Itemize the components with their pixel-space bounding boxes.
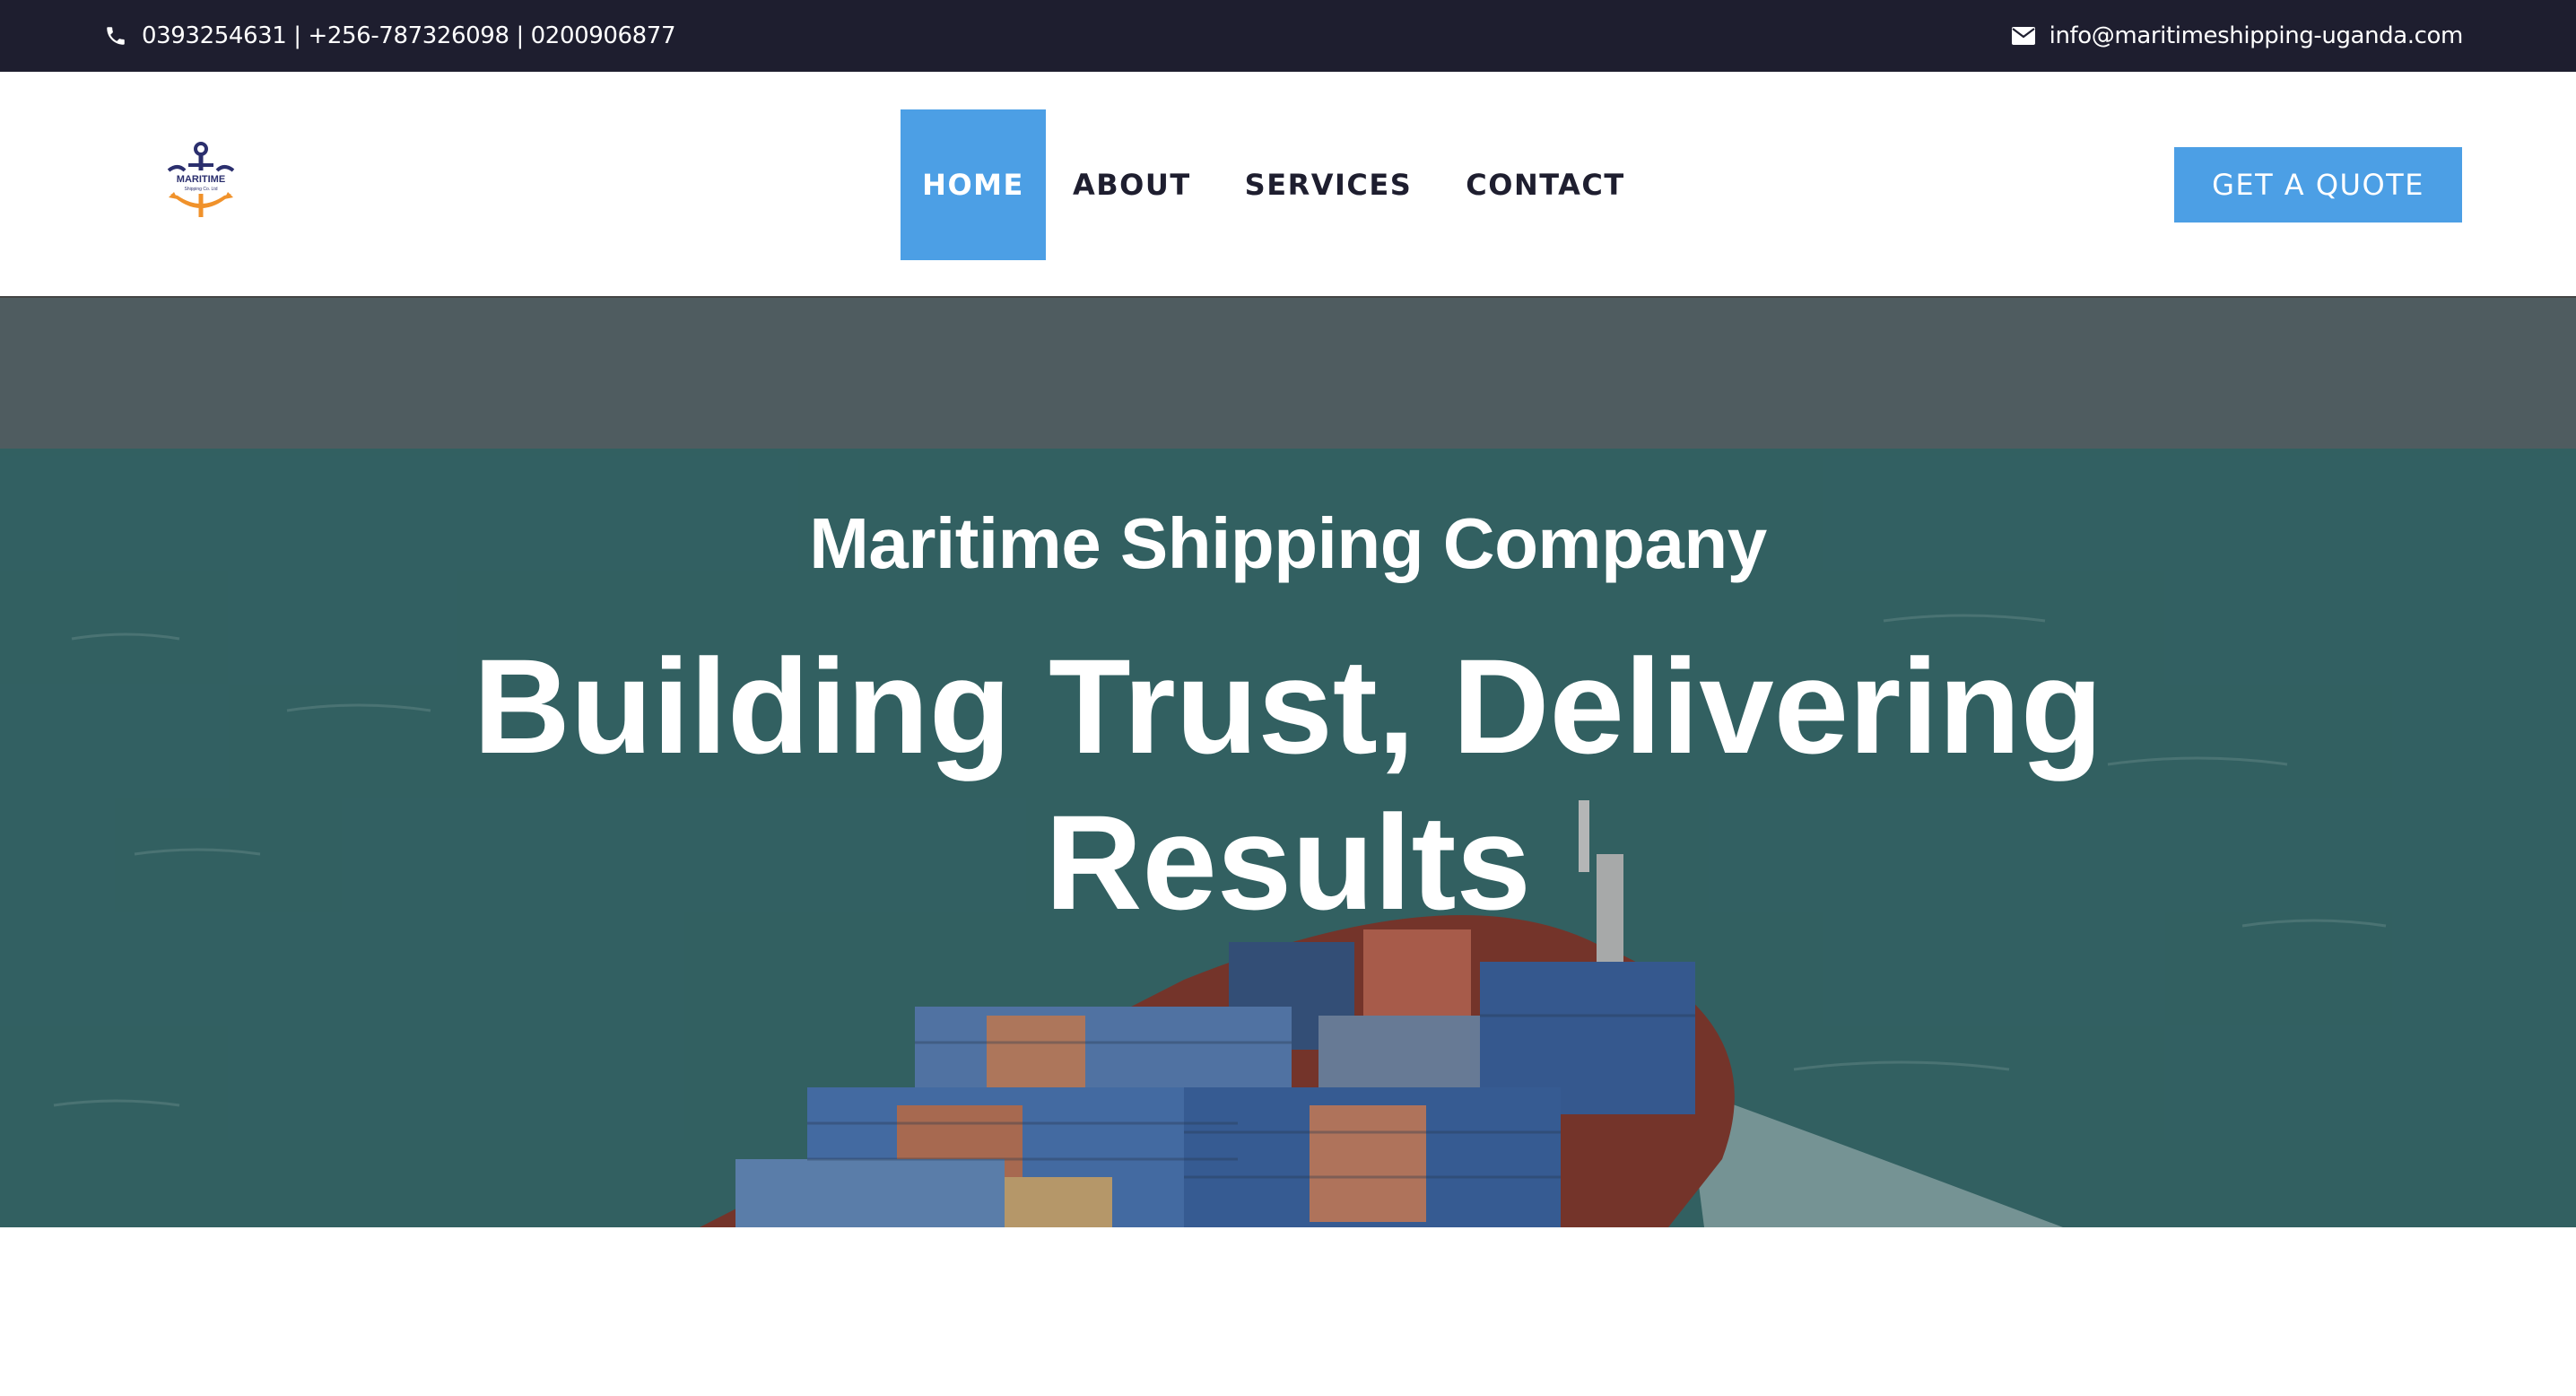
nav-contact[interactable]: CONTACT	[1439, 109, 1651, 260]
nav-services[interactable]: SERVICES	[1218, 109, 1440, 260]
email-contact[interactable]: info@maritimeshipping-uganda.com	[2011, 0, 2464, 72]
main-nav: HOME ABOUT SERVICES CONTACT	[901, 109, 1652, 260]
hero-subtitle: Maritime Shipping Company	[809, 503, 1767, 583]
anchor-logo: MARITIME Shipping Co. Ltd	[167, 142, 235, 217]
hero-title: Building Trust, Delivering Results	[473, 631, 2103, 938]
phone-icon	[104, 24, 127, 48]
nav-about[interactable]: ABOUT	[1046, 109, 1218, 260]
phone-contact[interactable]: 0393254631 | +256-787326098 | 0200906877	[104, 0, 675, 72]
nav-home[interactable]: HOME	[901, 109, 1046, 260]
envelope-icon	[2011, 27, 2035, 45]
get-a-quote-button[interactable]: GET A QUOTE	[2174, 147, 2462, 222]
phone-numbers: 0393254631 | +256-787326098 | 0200906877	[142, 22, 676, 49]
email-address[interactable]: info@maritimeshipping-uganda.com	[2049, 22, 2464, 49]
hero-section: Maritime Shipping Company Building Trust…	[0, 298, 2576, 1227]
site-logo[interactable]: MARITIME Shipping Co. Ltd	[165, 140, 237, 226]
site-header: MARITIME Shipping Co. Ltd HOME ABOUT SER…	[0, 72, 2576, 298]
logo-text: MARITIME	[177, 174, 225, 185]
top-contact-bar: 0393254631 | +256-787326098 | 0200906877…	[0, 0, 2576, 72]
logo-tagline: Shipping Co. Ltd	[185, 187, 218, 192]
